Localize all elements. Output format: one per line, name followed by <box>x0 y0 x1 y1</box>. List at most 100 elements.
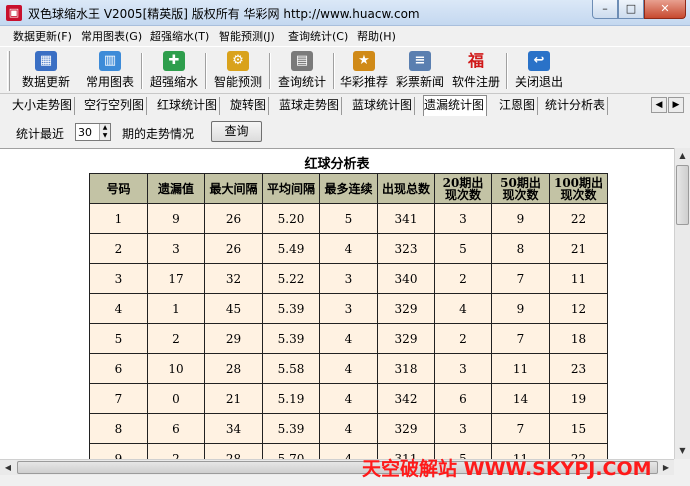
table-cell: 22 <box>549 203 608 234</box>
table-cell: 329 <box>377 293 435 324</box>
table-cell: 45 <box>204 293 263 324</box>
table-cell: 4 <box>319 323 378 354</box>
toolbar-button-super-shrink[interactable]: ✚ 超强缩水 <box>145 49 203 93</box>
table-cell: 14 <box>491 383 550 414</box>
menu-common-charts[interactable]: 常用图表(G) <box>81 28 142 44</box>
toolbar-button-label: 超强缩水 <box>149 75 198 89</box>
report-title: 红球分析表 <box>304 157 370 172</box>
table-cell: 9 <box>89 443 148 459</box>
table-row: 6 10 28 5.58 4 318 3 11 23 <box>89 353 608 384</box>
scroll-left-icon[interactable]: ◀ <box>0 460 16 476</box>
spinner-arrows-icon[interactable]: ▲ ▼ <box>99 124 110 140</box>
news-icon: ≡ <box>409 51 431 71</box>
tab-size-trend[interactable]: 大小走势图 <box>12 97 76 115</box>
table-row: 4 1 45 5.39 3 329 4 9 12 <box>89 293 608 324</box>
tab-scroll-right-icon[interactable]: ▶ <box>668 97 684 113</box>
table-cell: 21 <box>204 383 263 414</box>
tab-red-stats[interactable]: 红球统计图 <box>157 97 221 115</box>
periods-spinner[interactable]: 30 ▲ ▼ <box>75 123 111 141</box>
table-cell: 4 <box>319 353 378 384</box>
minimize-button[interactable]: – <box>592 0 618 19</box>
column-header: 遗漏值 <box>147 173 205 204</box>
table-row: 8 6 34 5.39 4 329 3 7 15 <box>89 413 608 444</box>
table-cell: 3 <box>434 413 492 444</box>
scroll-right-icon[interactable]: ▶ <box>658 460 674 476</box>
tab-analysis-table[interactable]: 统计分析表 <box>545 97 609 115</box>
column-header: 最多连续 <box>319 173 378 204</box>
table-cell: 7 <box>491 323 550 354</box>
table-cell: 29 <box>204 323 263 354</box>
toolbar-button-recommend[interactable]: ★ 华彩推荐 <box>336 49 392 93</box>
column-header: 出现总数 <box>377 173 435 204</box>
toolbar-button-data-update[interactable]: ▦ 数据更新 <box>17 49 75 93</box>
toolbar-separator <box>506 53 508 89</box>
table-cell: 1 <box>89 203 148 234</box>
table-row: 7 0 21 5.19 4 342 6 14 19 <box>89 383 608 414</box>
toolbar-grip[interactable] <box>7 51 10 91</box>
window-title: 双色球缩水王 V2005[精英版] 版权所有 华彩网 http://www.hu… <box>28 7 420 21</box>
table-row: 5 2 29 5.39 4 329 2 7 18 <box>89 323 608 354</box>
table-cell: 3 <box>319 263 378 294</box>
toolbar-button-label: 华彩推荐 <box>339 75 388 89</box>
query-button[interactable]: 查询 <box>211 121 262 142</box>
table-cell: 3 <box>89 263 148 294</box>
periods-label-suffix: 期的走势情况 <box>122 127 195 141</box>
tab-blue-stats[interactable]: 蓝球统计图 <box>352 97 416 115</box>
menu-smart-predict[interactable]: 智能预测(J) <box>219 28 275 44</box>
tab-scroll-left-icon[interactable]: ◀ <box>651 97 667 113</box>
table-cell: 10 <box>147 353 205 384</box>
table-cell: 19 <box>549 383 608 414</box>
menu-help[interactable]: 帮助(H) <box>357 28 396 44</box>
toolbar-button-smart-predict[interactable]: ⚙ 智能预测 <box>209 49 267 93</box>
tab-rotation[interactable]: 旋转图 <box>230 97 270 115</box>
table-cell: 5.19 <box>262 383 320 414</box>
recommend-icon: ★ <box>353 51 375 71</box>
table-cell: 6 <box>147 413 205 444</box>
table-header-row: 号码 遗漏值 最大间隔 平均间隔 最多连续 出现总数 20期出 现次数 50期出现… <box>89 173 608 204</box>
table-cell: 329 <box>377 323 435 354</box>
toolbar-button-lottery-news[interactable]: ≡ 彩票新闻 <box>392 49 448 93</box>
column-header: 号码 <box>89 173 148 204</box>
toolbar-button-exit[interactable]: ↩ 关闭退出 <box>510 49 568 93</box>
toolbar-separator <box>333 53 335 89</box>
table-cell: 4 <box>319 413 378 444</box>
toolbar: ▦ 数据更新 ▥ 常用图表 ✚ 超强缩水 ⚙ 智能预测 ▤ 查询统计 ★ 华彩推… <box>0 46 690 94</box>
column-header: 平均间隔 <box>262 173 320 204</box>
toolbar-button-common-charts[interactable]: ▥ 常用图表 <box>81 49 139 93</box>
tab-empty-row-col[interactable]: 空行空列图 <box>84 97 148 115</box>
tab-gann[interactable]: 江恩图 <box>499 97 539 115</box>
periods-value[interactable]: 30 <box>78 126 92 139</box>
table-cell: 26 <box>204 233 263 264</box>
table-cell: 318 <box>377 353 435 384</box>
tab-omission-stats[interactable]: 遗漏统计图 <box>423 95 488 116</box>
toolbar-button-label: 智能预测 <box>213 75 262 89</box>
gear-icon: ⚙ <box>227 51 249 71</box>
table-cell: 5 <box>319 203 378 234</box>
table-cell: 4 <box>319 383 378 414</box>
close-button[interactable]: ✕ <box>644 0 686 19</box>
column-header: 100期出 现次数 <box>549 173 608 204</box>
exit-icon: ↩ <box>528 51 550 71</box>
menu-bar: 数据更新(F) 常用图表(G) 超强缩水(T) 智能预测(J) 查询统计(C) … <box>0 26 690 45</box>
table-cell: 4 <box>434 293 492 324</box>
menu-query-stats[interactable]: 查询统计(C) <box>288 28 348 44</box>
table-cell: 32 <box>204 263 263 294</box>
menu-data-update[interactable]: 数据更新(F) <box>13 28 72 44</box>
table-cell: 5.39 <box>262 323 320 354</box>
table-cell: 7 <box>491 413 550 444</box>
report-area: 红球分析表 号码 遗漏值 最大间隔 平均间隔 最多连续 出现总数 20期出 现次数… <box>0 148 674 459</box>
tab-blue-trend[interactable]: 蓝球走势图 <box>279 97 343 115</box>
maximize-button[interactable]: □ <box>618 0 644 19</box>
vertical-scroll-thumb[interactable] <box>676 165 689 225</box>
toolbar-button-query-stats[interactable]: ▤ 查询统计 <box>273 49 331 93</box>
table-cell: 15 <box>549 413 608 444</box>
toolbar-button-register[interactable]: 福 软件注册 <box>448 49 504 93</box>
menu-super-shrink[interactable]: 超强缩水(T) <box>150 28 209 44</box>
table-cell: 1 <box>147 293 205 324</box>
table-cell: 341 <box>377 203 435 234</box>
scroll-up-icon[interactable]: ▲ <box>675 148 690 164</box>
table-cell: 9 <box>491 203 550 234</box>
table-cell: 2 <box>434 323 492 354</box>
vertical-scrollbar[interactable]: ▲ ▼ <box>674 148 690 459</box>
scroll-down-icon[interactable]: ▼ <box>675 443 690 459</box>
